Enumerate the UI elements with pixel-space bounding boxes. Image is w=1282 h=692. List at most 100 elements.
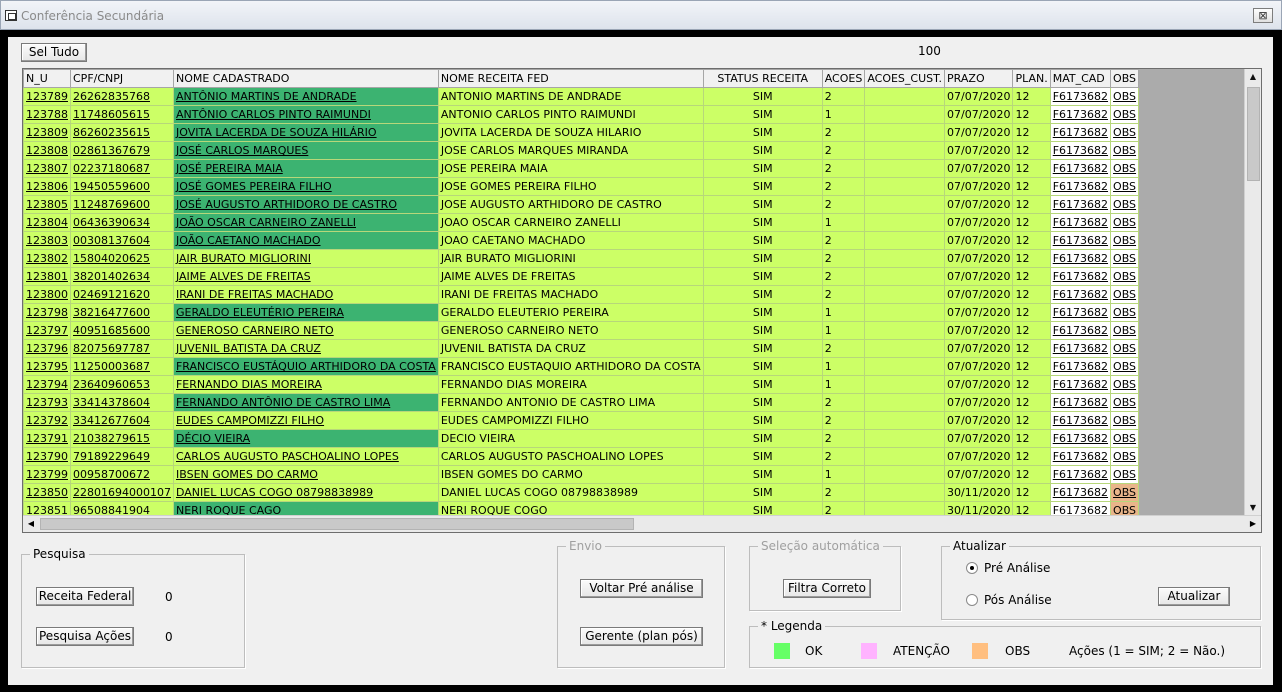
cell-mat-cad[interactable]: F6173682 bbox=[1049, 339, 1112, 358]
cell-nome-cadastrado[interactable]: IBSEN GOMES DO CARMO bbox=[172, 465, 439, 484]
cell-obs[interactable]: OBS bbox=[1110, 87, 1140, 106]
table-row[interactable]: 123788 11748605615 ANTÔNIO CARLOS PINTO RA… bbox=[23, 105, 1140, 124]
cell-nu[interactable]: 123808 bbox=[23, 141, 71, 160]
table-row[interactable]: 123802 15804020625 JAIR BURATO MIGLIORINI J… bbox=[23, 249, 1140, 268]
cell-cpf[interactable]: 33412677604 bbox=[70, 411, 174, 430]
cell-cpf[interactable]: 02861367679 bbox=[70, 141, 174, 160]
cell-cpf[interactable]: 11250003687 bbox=[70, 357, 174, 376]
table-row[interactable]: 123809 86260235615 JOVITA LACERDA DE SOUZA… bbox=[23, 123, 1140, 142]
cell-cpf[interactable]: 02469121620 bbox=[70, 285, 174, 304]
cell-cpf[interactable]: 38216477600 bbox=[70, 303, 174, 322]
cell-cpf[interactable]: 23640960653 bbox=[70, 375, 174, 394]
cell-mat-cad[interactable]: F6173682 bbox=[1049, 357, 1112, 376]
table-row[interactable]: 123792 33412677604 EUDES CAMPOMIZZI FILHO E… bbox=[23, 411, 1140, 430]
cell-nu[interactable]: 123797 bbox=[23, 321, 71, 340]
cell-nome-cadastrado[interactable]: DANIEL LUCAS COGO 08798838989 bbox=[172, 483, 439, 502]
cell-nome-cadastrado[interactable]: FRANCISCO EUSTÁQUIO ARTHIDORO DA COSTA bbox=[172, 357, 439, 376]
header-col-acoes[interactable]: ACOES bbox=[821, 69, 866, 88]
cell-cpf[interactable]: 26262835768 bbox=[70, 87, 174, 106]
gerente-plan-pos-button[interactable]: Gerente (plan pós) bbox=[580, 627, 703, 646]
table-row[interactable]: 123804 06436390634 JOÃO OSCAR CARNEIRO ZAN… bbox=[23, 213, 1140, 232]
cell-nome-cadastrado[interactable]: JOÃO CAETANO MACHADO bbox=[172, 231, 439, 250]
cell-cpf[interactable]: 79189229649 bbox=[70, 447, 174, 466]
cell-nu[interactable]: 123850 bbox=[23, 483, 71, 502]
cell-mat-cad[interactable]: F6173682 bbox=[1049, 411, 1112, 430]
cell-nu[interactable]: 123790 bbox=[23, 447, 71, 466]
scroll-left-icon[interactable]: ◀ bbox=[23, 516, 39, 532]
cell-mat-cad[interactable]: F6173682 bbox=[1049, 141, 1112, 160]
cell-nome-cadastrado[interactable]: DÉCIO VIEIRA bbox=[172, 429, 439, 448]
close-icon[interactable]: ⊠ bbox=[1253, 8, 1273, 23]
cell-obs[interactable]: OBS bbox=[1110, 447, 1140, 466]
cell-cpf[interactable]: 11748605615 bbox=[70, 105, 174, 124]
cell-nome-cadastrado[interactable]: FERNANDO ANTÔNIO DE CASTRO LIMA bbox=[172, 393, 439, 412]
cell-mat-cad[interactable]: F6173682 bbox=[1049, 231, 1112, 250]
cell-cpf[interactable]: 33414378604 bbox=[70, 393, 174, 412]
cell-nu[interactable]: 123806 bbox=[23, 177, 71, 196]
cell-cpf[interactable]: 15804020625 bbox=[70, 249, 174, 268]
table-row[interactable]: 123798 38216477600 GERALDO ELEUTÉRIO PEREI… bbox=[23, 303, 1140, 322]
header-col-nome-receita[interactable]: NOME RECEITA FED bbox=[437, 69, 704, 88]
cell-obs[interactable]: OBS bbox=[1110, 213, 1140, 232]
cell-mat-cad[interactable]: F6173682 bbox=[1049, 267, 1112, 286]
cell-obs[interactable]: OBS bbox=[1110, 465, 1140, 484]
cell-nome-cadastrado[interactable]: JOVITA LACERDA DE SOUZA HILÁRIO bbox=[172, 123, 439, 142]
header-col-mat-cad[interactable]: MAT_CAD bbox=[1049, 69, 1112, 88]
cell-nome-cadastrado[interactable]: FERNANDO DIAS MOREIRA bbox=[172, 375, 439, 394]
cell-nu[interactable]: 123791 bbox=[23, 429, 71, 448]
cell-mat-cad[interactable]: F6173682 bbox=[1049, 105, 1112, 124]
table-row[interactable]: 123793 33414378604 FERNANDO ANTÔNIO DE CAS… bbox=[23, 393, 1140, 412]
table-row[interactable]: 123808 02861367679 JOSÉ CARLOS MARQUES JOSE… bbox=[23, 141, 1140, 160]
table-row[interactable]: 123806 19450559600 JOSÉ GOMES PEREIRA FILH… bbox=[23, 177, 1140, 196]
cell-obs[interactable]: OBS bbox=[1110, 393, 1140, 412]
cell-nome-cadastrado[interactable]: JOSÉ CARLOS MARQUES bbox=[172, 141, 439, 160]
cell-obs[interactable]: OBS bbox=[1110, 339, 1140, 358]
cell-mat-cad[interactable]: F6173682 bbox=[1049, 285, 1112, 304]
cell-mat-cad[interactable]: F6173682 bbox=[1049, 429, 1112, 448]
cell-nu[interactable]: 123800 bbox=[23, 285, 71, 304]
cell-cpf[interactable]: 38201402634 bbox=[70, 267, 174, 286]
cell-mat-cad[interactable]: F6173682 bbox=[1049, 375, 1112, 394]
cell-mat-cad[interactable]: F6173682 bbox=[1049, 177, 1112, 196]
scroll-down-icon[interactable]: ▼ bbox=[1245, 500, 1261, 516]
cell-mat-cad[interactable]: F6173682 bbox=[1049, 159, 1112, 178]
cell-nome-cadastrado[interactable]: JOSÉ GOMES PEREIRA FILHO bbox=[172, 177, 439, 196]
cell-nome-cadastrado[interactable]: JAIR BURATO MIGLIORINI bbox=[172, 249, 439, 268]
cell-mat-cad[interactable]: F6173682 bbox=[1049, 195, 1112, 214]
cell-cpf[interactable]: 21038279615 bbox=[70, 429, 174, 448]
cell-obs[interactable]: OBS bbox=[1110, 357, 1140, 376]
cell-nome-cadastrado[interactable]: GERALDO ELEUTÉRIO PEREIRA bbox=[172, 303, 439, 322]
header-col-cpf[interactable]: CPF/CNPJ bbox=[70, 69, 174, 88]
cell-mat-cad[interactable]: F6173682 bbox=[1049, 303, 1112, 322]
cell-obs[interactable]: OBS bbox=[1110, 285, 1140, 304]
cell-obs[interactable]: OBS bbox=[1110, 159, 1140, 178]
table-row[interactable]: 123795 11250003687 FRANCISCO EUSTÁQUIO ART… bbox=[23, 357, 1140, 376]
header-col-status[interactable]: STATUS RECEITA bbox=[702, 69, 823, 88]
table-row[interactable]: 123805 11248769600 JOSÉ AUGUSTO ARTHIDORO … bbox=[23, 195, 1140, 214]
table-row[interactable]: 123790 79189229649 CARLOS AUGUSTO PASCHOAL… bbox=[23, 447, 1140, 466]
table-row[interactable]: 123850 22801694000107 DANIEL LUCAS COGO 08… bbox=[23, 483, 1140, 502]
cell-nome-cadastrado[interactable]: JOÃO OSCAR CARNEIRO ZANELLI bbox=[172, 213, 439, 232]
cell-cpf[interactable]: 86260235615 bbox=[70, 123, 174, 142]
atualizar-button[interactable]: Atualizar bbox=[1158, 587, 1230, 606]
header-col-obs[interactable]: OBS bbox=[1110, 69, 1140, 88]
receita-federal-button[interactable]: Receita Federal bbox=[36, 587, 134, 606]
cell-nu[interactable]: 123795 bbox=[23, 357, 71, 376]
cell-mat-cad[interactable]: F6173682 bbox=[1049, 87, 1112, 106]
vertical-scrollbar[interactable]: ▲ ▼ bbox=[1244, 69, 1261, 516]
cell-obs[interactable]: OBS bbox=[1110, 141, 1140, 160]
cell-cpf[interactable]: 06436390634 bbox=[70, 213, 174, 232]
cell-nu[interactable]: 123807 bbox=[23, 159, 71, 178]
scroll-right-icon[interactable]: ▶ bbox=[1245, 516, 1261, 532]
table-row[interactable]: 123794 23640960653 FERNANDO DIAS MOREIRA FE… bbox=[23, 375, 1140, 394]
cell-nu[interactable]: 123801 bbox=[23, 267, 71, 286]
data-grid[interactable]: N_U CPF/CNPJ NOME CADASTRADO NOME RECEITA F… bbox=[22, 68, 1262, 533]
cell-cpf[interactable]: 19450559600 bbox=[70, 177, 174, 196]
filtra-correto-button[interactable]: Filtra Correto bbox=[783, 579, 871, 598]
cell-cpf[interactable]: 02237180687 bbox=[70, 159, 174, 178]
cell-nome-cadastrado[interactable]: ANTÔNIO CARLOS PINTO RAIMUNDI bbox=[172, 105, 439, 124]
header-col-prazo[interactable]: PRAZO bbox=[944, 69, 1014, 88]
cell-mat-cad[interactable]: F6173682 bbox=[1049, 213, 1112, 232]
header-col-plan[interactable]: PLAN. bbox=[1012, 69, 1051, 88]
cell-mat-cad[interactable]: F6173682 bbox=[1049, 465, 1112, 484]
